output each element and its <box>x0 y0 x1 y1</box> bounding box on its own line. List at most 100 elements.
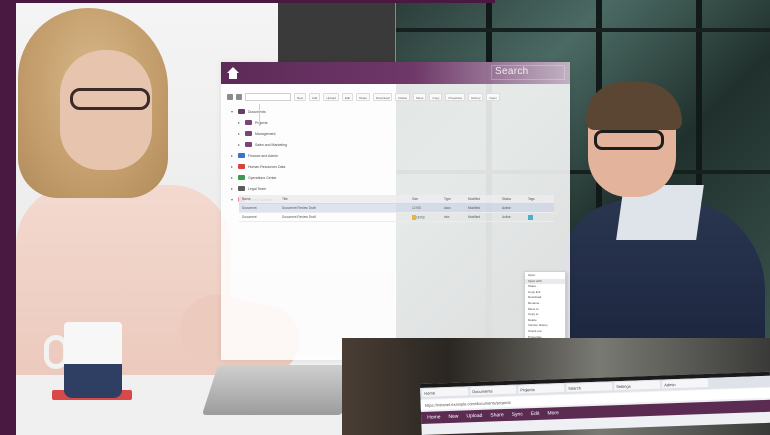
table-row[interactable]: Document Document Review Draft 12 KB docx Mo… <box>239 204 554 213</box>
tree-item-label: Management <box>255 131 276 136</box>
laptop-closeup-photo: Home Documents Projects Search Settings Admin… <box>342 338 770 435</box>
folder-icon <box>238 175 245 180</box>
column-header[interactable]: Modified <box>465 197 499 201</box>
tree-item[interactable]: ▸ Human Resources Data <box>231 161 431 172</box>
window-rail <box>396 28 770 32</box>
table-row[interactable]: Document Document Review Draft 18 KB xlsx Mo… <box>239 213 554 222</box>
tree-item-label: Human Resources Data <box>248 164 286 169</box>
brand-bar-left <box>0 0 16 435</box>
table-cell: Document Review Draft <box>282 206 316 210</box>
chevron-right-icon[interactable]: ▸ <box>238 142 242 147</box>
tree-item[interactable]: ▸ Sales and Marketing <box>231 139 431 150</box>
table-cell: Modified <box>468 206 481 210</box>
table-cell: Document Review Draft <box>282 215 316 219</box>
tree-item-label: Operations Center <box>248 175 277 180</box>
toolbar-button-download[interactable]: Download <box>373 93 393 101</box>
context-menu-scrollbar[interactable] <box>259 104 260 126</box>
table-cell <box>525 214 554 220</box>
tag-icon <box>528 214 533 220</box>
tree-item-label: Projects <box>255 120 268 125</box>
laptop-screen: Home Documents Projects Search Settings Admin… <box>420 371 770 435</box>
folder-icon <box>238 164 245 169</box>
tree-item[interactable]: ▸ Projects <box>231 117 431 128</box>
app-titlebar: Search <box>221 62 570 84</box>
tree-item-label: Documents <box>248 109 266 114</box>
home-icon[interactable] <box>227 67 239 79</box>
person-woman-face <box>60 50 152 170</box>
folder-icon <box>245 142 252 147</box>
chevron-right-icon[interactable]: ▸ <box>231 175 235 180</box>
chevron-right-icon[interactable]: ▸ <box>231 153 235 158</box>
table-cell: Active <box>502 206 511 210</box>
toolbar-button-properties[interactable]: Properties <box>445 93 466 101</box>
tree-item-label: Legal Team <box>248 186 267 191</box>
column-header[interactable]: Name <box>239 197 279 201</box>
tree-item[interactable]: ▸ Finance and Admin <box>231 150 431 161</box>
table-cell: 18 KB <box>409 214 441 220</box>
path-input[interactable] <box>245 93 291 101</box>
folder-tree: ▾ Documents ▸ Projects ▸ Management ▸ Sales and… <box>231 106 431 205</box>
chevron-right-icon[interactable]: ▸ <box>238 120 242 125</box>
toolbar-button-edit[interactable]: Edit <box>341 93 354 101</box>
grid-header: Name Title Size Type Modified Status Tags <box>239 195 554 204</box>
toolbar-button-move[interactable]: Move <box>413 93 427 101</box>
toolbar-button-share[interactable]: Share <box>356 93 371 101</box>
forward-icon[interactable] <box>236 94 242 100</box>
chevron-down-icon[interactable]: ▾ <box>231 197 235 202</box>
toolbar-item[interactable]: More <box>547 410 559 416</box>
browser-tab[interactable]: Settings <box>614 380 661 391</box>
toolbar-item[interactable]: Upload <box>466 413 482 420</box>
toolbar-item[interactable]: Sync <box>512 411 523 417</box>
browser-tab[interactable]: Search <box>566 382 613 392</box>
toolbar-button-new[interactable]: New <box>294 93 307 101</box>
column-header[interactable]: Type <box>441 197 465 201</box>
browser-tab[interactable]: Home <box>422 387 469 397</box>
chevron-right-icon[interactable]: ▸ <box>231 186 235 191</box>
toolbar-item[interactable]: Home <box>427 414 441 420</box>
toolbar-button-delete[interactable]: Delete <box>395 93 411 101</box>
toolbar-button-copy[interactable]: Copy <box>429 93 443 101</box>
tree-item[interactable]: ▸ Management <box>231 128 431 139</box>
app-window: Search New Add Upload Edit Share Download Dele… <box>221 62 570 360</box>
table-cell: Active <box>502 215 511 219</box>
browser-tab[interactable]: Documents <box>470 385 517 396</box>
brand-bar-top <box>0 0 495 3</box>
column-header[interactable]: Tags <box>525 197 554 201</box>
column-header[interactable]: Size <box>409 197 441 201</box>
chevron-right-icon[interactable]: ▸ <box>231 164 235 169</box>
table-cell: Document <box>242 215 257 219</box>
toolbar-button-add[interactable]: Add <box>309 93 321 101</box>
toolbar-item[interactable]: New <box>448 414 458 420</box>
search-label: Search <box>495 66 529 77</box>
chevron-down-icon[interactable]: ▾ <box>231 109 235 114</box>
column-header[interactable]: Title <box>279 197 409 201</box>
glasses <box>594 130 664 150</box>
chevron-right-icon[interactable]: ▸ <box>238 131 242 136</box>
folder-icon <box>238 109 245 114</box>
table-cell: Document <box>242 206 257 210</box>
tree-item[interactable]: ▾ Documents <box>231 106 431 117</box>
toolbar-item[interactable]: Share <box>490 412 504 418</box>
toolbar-item[interactable]: Edit <box>531 411 540 417</box>
folder-icon <box>245 131 252 136</box>
folder-icon <box>238 153 245 158</box>
browser-tab[interactable]: Projects <box>518 383 565 394</box>
coffee-mug <box>64 322 122 398</box>
back-icon[interactable] <box>227 94 233 100</box>
tree-item[interactable]: ▸ Legal Team <box>231 183 431 194</box>
laptop <box>201 365 359 415</box>
browser-tab[interactable]: Admin <box>662 378 709 389</box>
status-icon <box>412 214 416 220</box>
table-cell: docx <box>444 206 451 210</box>
column-header[interactable]: Status <box>499 197 525 201</box>
office-wall <box>278 3 396 63</box>
toolbar-button-upload[interactable]: Upload <box>323 93 339 101</box>
tree-item[interactable]: ▸ Operations Center <box>231 172 431 183</box>
toolbar-button-open[interactable]: Open <box>486 93 500 101</box>
table-cell: Modified <box>468 215 481 219</box>
toolbar-button-history[interactable]: History <box>468 93 484 101</box>
folder-icon <box>238 186 245 191</box>
grid-body: Document Document Review Draft 12 KB docx Mo… <box>239 204 554 222</box>
table-cell: 12 KB <box>412 206 421 210</box>
command-toolbar: New Add Upload Edit Share Download Delete Move C… <box>227 92 564 102</box>
